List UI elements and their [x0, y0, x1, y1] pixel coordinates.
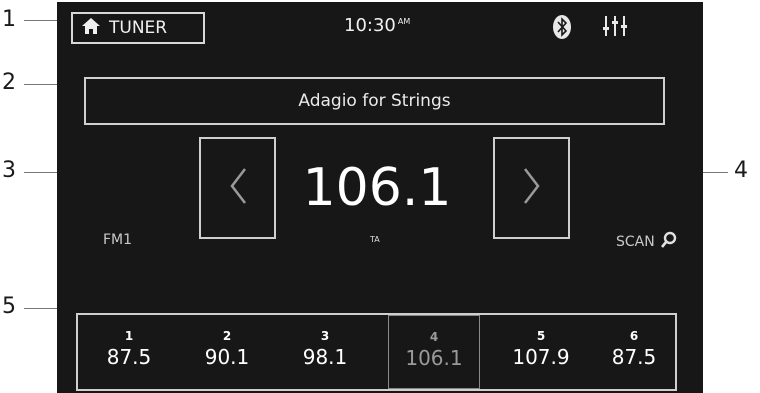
equalizer-icon[interactable] [602, 14, 628, 42]
clock-time: 10:30 [344, 15, 396, 36]
preset-number: 4 [429, 330, 439, 344]
preset-frequency: 98.1 [302, 345, 348, 369]
home-icon [81, 17, 101, 39]
preset-number: 5 [536, 329, 546, 343]
preset-frequency: 107.9 [512, 345, 570, 369]
seek-up-button[interactable] [493, 137, 570, 239]
preset-5[interactable]: 5 107.9 [495, 315, 587, 389]
preset-frequency: 87.5 [611, 345, 657, 369]
preset-number: 6 [629, 329, 639, 343]
preset-4[interactable]: 4 106.1 [388, 315, 480, 389]
callout-1: 1 [2, 7, 16, 32]
preset-frequency: 106.1 [405, 346, 463, 370]
clock-ampm: AM [397, 17, 411, 26]
preset-number: 3 [320, 329, 330, 343]
band-label[interactable]: FM1 [103, 232, 132, 248]
current-frequency: 106.1 [302, 158, 452, 218]
ta-indicator: TA [370, 235, 380, 244]
preset-6[interactable]: 6 87.5 [588, 315, 680, 389]
seek-down-button[interactable] [199, 137, 276, 239]
preset-bar: 1 87.5 2 90.1 3 98.1 4 106.1 5 107.9 6 8… [76, 313, 677, 391]
tuner-screen: TUNER 10:30 AM Adagio for Strings 106.1 T… [57, 2, 703, 393]
home-tuner-button[interactable]: TUNER [71, 12, 205, 44]
chevron-left-icon [227, 166, 249, 210]
preset-number: 1 [124, 329, 134, 343]
preset-frequency: 90.1 [204, 345, 250, 369]
clock: 10:30 AM [344, 15, 410, 36]
preset-frequency: 87.5 [106, 345, 152, 369]
scan-button[interactable]: SCAN [616, 231, 678, 253]
preset-3[interactable]: 3 98.1 [279, 315, 371, 389]
bluetooth-icon[interactable] [552, 14, 572, 44]
callout-5: 5 [2, 294, 16, 319]
chevron-right-icon [521, 166, 543, 210]
preset-2[interactable]: 2 90.1 [181, 315, 273, 389]
scan-label: SCAN [616, 234, 655, 250]
preset-number: 2 [222, 329, 232, 343]
callout-2: 2 [2, 70, 16, 95]
station-text: Adagio for Strings [298, 91, 451, 111]
station-text-box: Adagio for Strings [84, 77, 665, 125]
callout-4: 4 [734, 158, 748, 183]
callout-3: 3 [2, 158, 16, 183]
preset-1[interactable]: 1 87.5 [83, 315, 175, 389]
source-label: TUNER [109, 18, 168, 38]
search-icon [660, 231, 678, 253]
